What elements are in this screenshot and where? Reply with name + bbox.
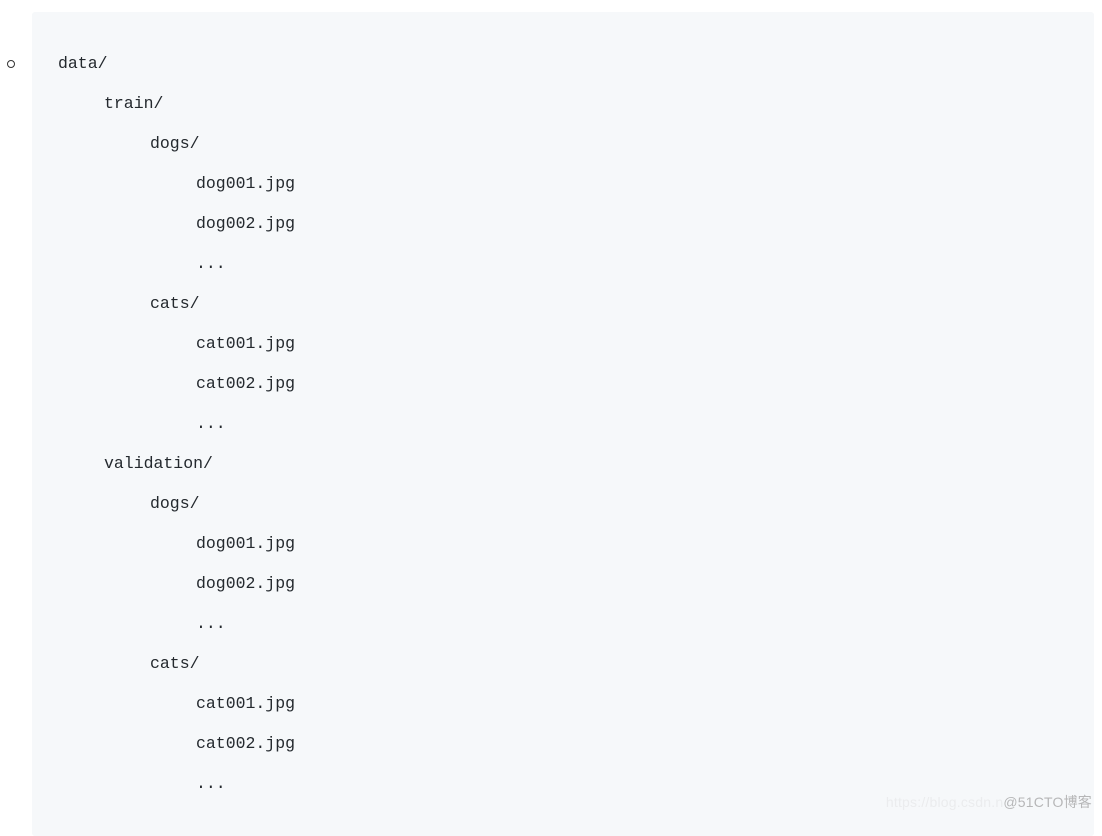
code-line: cats/ <box>58 284 1068 324</box>
list-item: data/train/dogs/dog001.jpgdog002.jpg...c… <box>0 12 1102 836</box>
watermark-text: @51CTO博客 <box>1003 794 1092 810</box>
code-line: ... <box>58 404 1068 444</box>
bullet-icon <box>7 60 15 68</box>
code-line: cat002.jpg <box>58 364 1068 404</box>
code-line: cat001.jpg <box>58 684 1068 724</box>
code-line: validation/ <box>58 444 1068 484</box>
watermark-url: https://blog.csdn.n <box>886 794 1003 810</box>
code-line: cat002.jpg <box>58 724 1068 764</box>
code-line: cat001.jpg <box>58 324 1068 364</box>
code-line: dogs/ <box>58 124 1068 164</box>
code-line: dog002.jpg <box>58 204 1068 244</box>
code-line: ... <box>58 604 1068 644</box>
watermark: https://blog.csdn.n@51CTO博客 <box>886 792 1092 812</box>
code-block: data/train/dogs/dog001.jpgdog002.jpg...c… <box>32 12 1094 836</box>
code-line: dogs/ <box>58 484 1068 524</box>
code-line: train/ <box>58 84 1068 124</box>
code-line: dog001.jpg <box>58 524 1068 564</box>
code-line: dog002.jpg <box>58 564 1068 604</box>
code-line: dog001.jpg <box>58 164 1068 204</box>
code-line: cats/ <box>58 644 1068 684</box>
code-line: ... <box>58 244 1068 284</box>
code-line: data/ <box>58 44 1068 84</box>
document-root: data/train/dogs/dog001.jpgdog002.jpg...c… <box>0 0 1102 836</box>
